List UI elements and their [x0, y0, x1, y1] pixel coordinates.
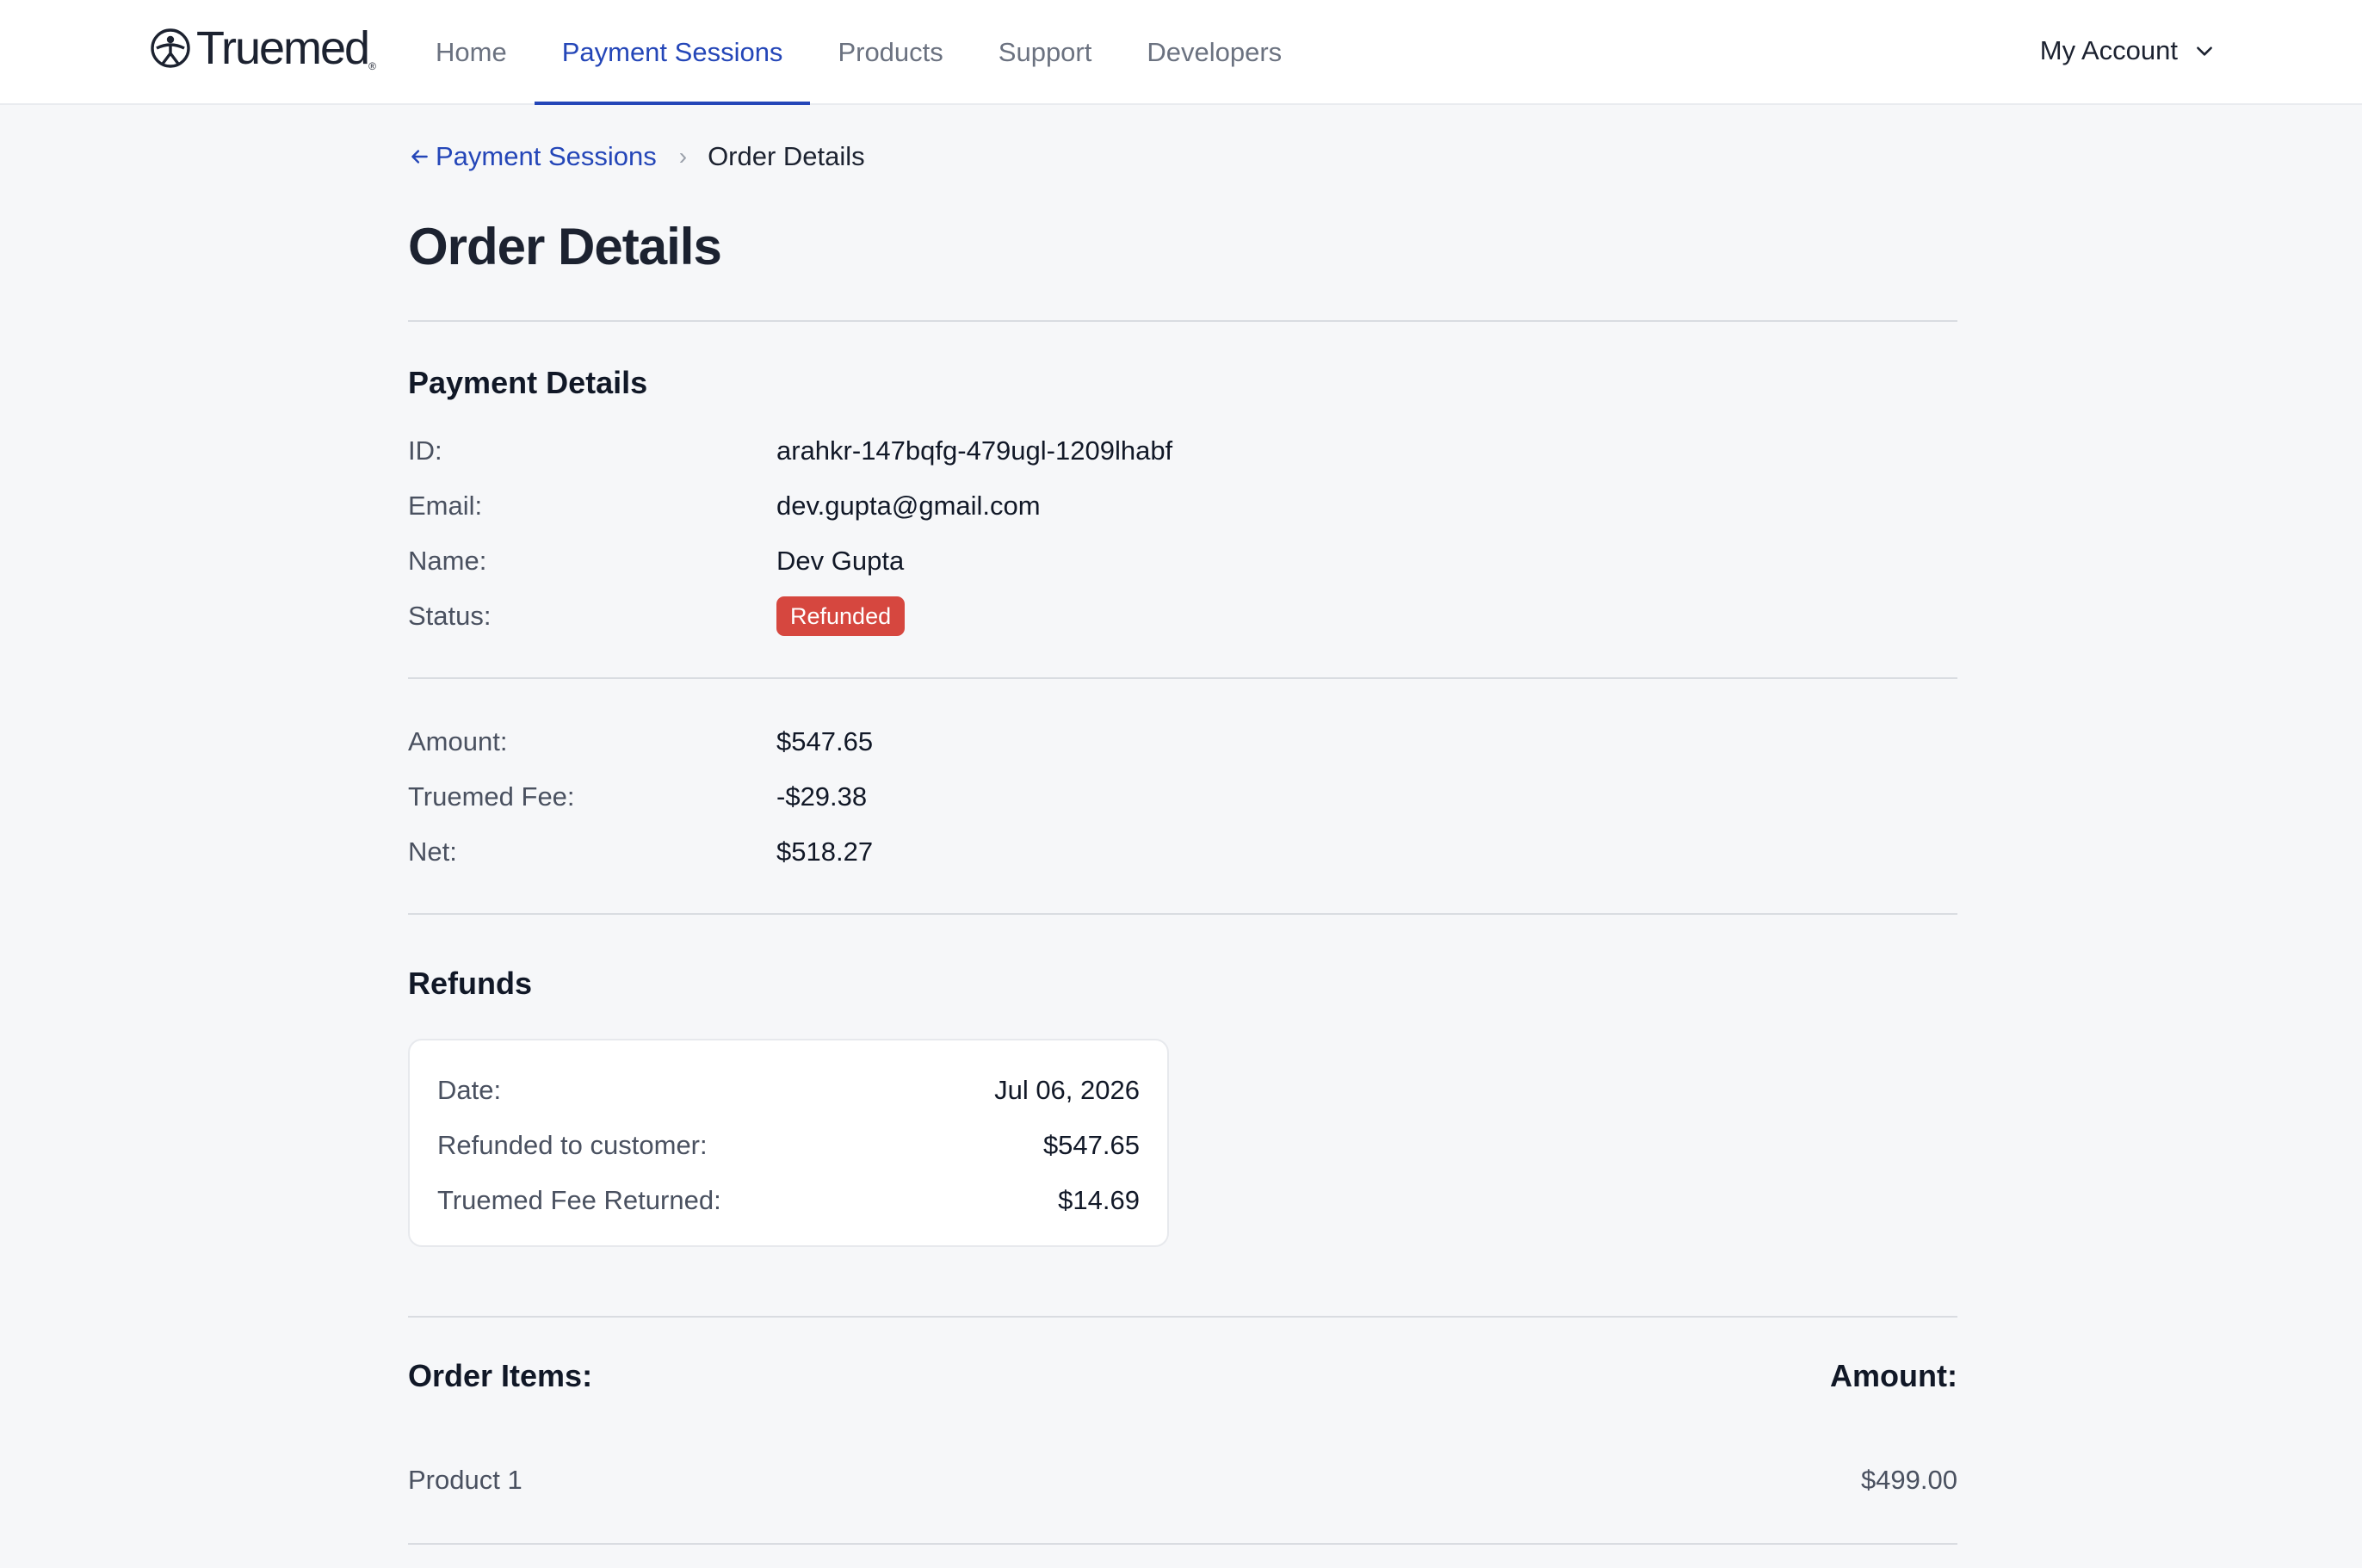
my-account-label: My Account — [2039, 35, 2178, 65]
email-row: Email: dev.gupta@gmail.com — [408, 485, 1041, 527]
order-items-label: Order Items: — [408, 1358, 593, 1393]
refunds-title: Refunds — [408, 966, 532, 1001]
amount-label: Amount: — [408, 726, 508, 756]
payment-id-row: ID: arahkr-147bqfg-479ugl-1209lhabf — [408, 430, 1172, 472]
truemed-logo-icon — [151, 28, 190, 68]
chevron-right-icon: › — [678, 143, 688, 170]
fee-row: Truemed Fee: -$29.38 — [408, 776, 867, 818]
breadcrumb-back-link[interactable]: Payment Sessions — [408, 141, 657, 172]
email-label: Email: — [408, 491, 483, 521]
truemed-logo[interactable]: Truemed® — [150, 24, 376, 72]
payment-details-title: Payment Details — [408, 365, 648, 400]
my-account-menu[interactable]: My Account — [2040, 0, 2216, 102]
refund-date-row: Date: Jul 06, 2026 — [437, 1070, 1140, 1111]
payment-id-label: ID: — [408, 435, 442, 466]
net-label: Net: — [408, 836, 457, 867]
nav-item-support[interactable]: Support — [971, 0, 1120, 105]
refund-date-label: Date: — [437, 1075, 502, 1105]
email-value: dev.gupta@gmail.com — [776, 491, 1041, 521]
breadcrumb: Payment Sessions › Order Details — [408, 138, 865, 176]
arrow-left-icon — [411, 150, 428, 164]
divider — [408, 1543, 1957, 1545]
status-badge: Refunded — [776, 596, 906, 636]
chevron-down-icon — [2197, 46, 2212, 56]
fee-label: Truemed Fee: — [408, 781, 575, 812]
net-value: $518.27 — [776, 836, 874, 867]
fee-value: -$29.38 — [776, 781, 868, 812]
refund-date-value: Jul 06, 2026 — [994, 1075, 1140, 1105]
divider — [408, 320, 1957, 322]
breadcrumb-back-label: Payment Sessions — [436, 141, 657, 171]
refund-card: Date: Jul 06, 2026 Refunded to customer:… — [408, 1039, 1169, 1247]
nav-item-developers[interactable]: Developers — [1119, 0, 1309, 105]
name-value: Dev Gupta — [776, 546, 905, 576]
order-items-header: Order Items: Amount: — [408, 1358, 1957, 1394]
nav-item-home[interactable]: Home — [408, 0, 535, 105]
fee-returned-value: $14.69 — [1058, 1185, 1140, 1215]
status-row: Status: Refunded — [408, 596, 906, 637]
amount-row: Amount: $547.65 — [408, 721, 873, 762]
order-item-row: Product 1 $499.00 — [408, 1460, 1957, 1501]
divider — [408, 677, 1957, 679]
refunded-to-customer-row: Refunded to customer: $547.65 — [437, 1125, 1140, 1166]
amount-value: $547.65 — [776, 726, 874, 756]
nav-item-products[interactable]: Products — [810, 0, 970, 105]
order-item-amount: $499.00 — [1860, 1465, 1957, 1495]
order-items-amount-label: Amount: — [1830, 1358, 1957, 1393]
brand-wordmark: Truemed® — [196, 22, 376, 74]
main-nav: Home Payment Sessions Products Support D… — [408, 0, 1309, 105]
page-title: Order Details — [408, 218, 722, 275]
order-item-name: Product 1 — [408, 1465, 522, 1495]
payment-id-value: arahkr-147bqfg-479ugl-1209lhabf — [776, 435, 1173, 466]
name-label: Name: — [408, 546, 487, 576]
divider — [408, 913, 1957, 915]
fee-returned-label: Truemed Fee Returned: — [437, 1185, 721, 1215]
fee-returned-row: Truemed Fee Returned: $14.69 — [437, 1180, 1140, 1221]
nav-item-payment-sessions[interactable]: Payment Sessions — [534, 0, 811, 105]
status-label: Status: — [408, 601, 492, 631]
divider — [408, 1316, 1957, 1318]
refunded-to-customer-value: $547.65 — [1042, 1130, 1140, 1160]
name-row: Name: Dev Gupta — [408, 540, 904, 582]
net-row: Net: $518.27 — [408, 831, 873, 873]
refunded-to-customer-label: Refunded to customer: — [437, 1130, 708, 1160]
breadcrumb-current: Order Details — [708, 141, 865, 171]
top-navigation-bar: Truemed® Home Payment Sessions Products … — [0, 0, 2362, 105]
